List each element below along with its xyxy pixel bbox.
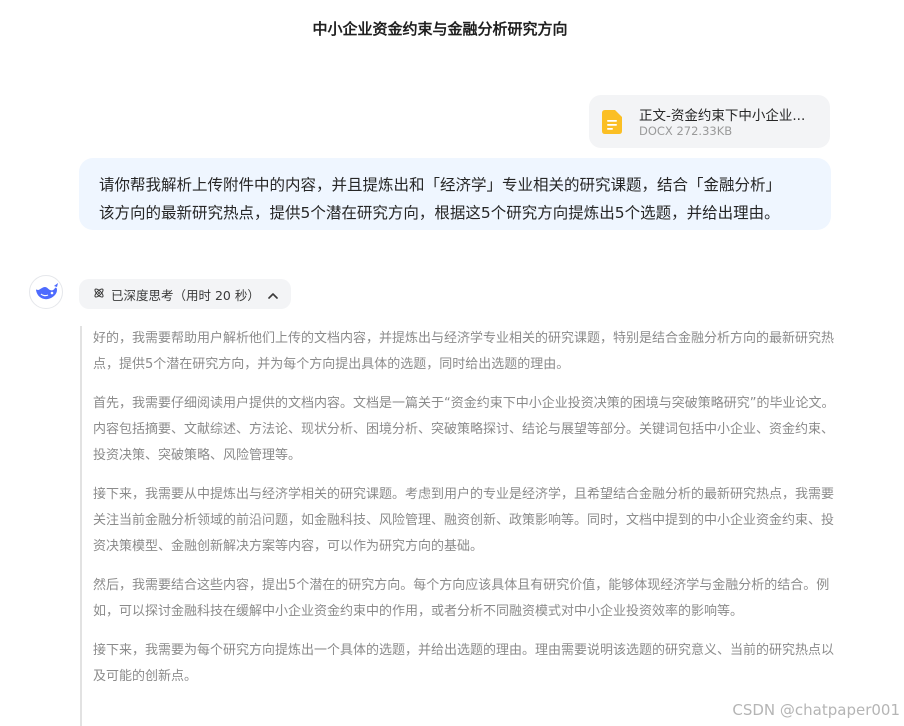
attachment-card[interactable]: 正文-资金约束下中小企业... DOCX 272.33KB xyxy=(589,95,830,148)
user-message-line: 该方向的最新研究热点，提供5个潜在研究方向，根据这5个研究方向提炼出5个选题，并… xyxy=(99,204,780,222)
whale-logo-icon xyxy=(36,283,58,300)
attachment-name: 正文-资金约束下中小企业... xyxy=(639,108,806,124)
chevron-up-icon xyxy=(268,287,278,302)
thinking-label: 已深度思考（用时 20 秒） xyxy=(111,287,260,303)
user-message-line: 请你帮我解析上传附件中的内容，并且提炼出和「经济学」专业相关的研究课题，结合「金… xyxy=(99,176,782,194)
assistant-avatar xyxy=(29,275,63,309)
thinking-paragraph: 接下来，我需要为每个研究方向提炼出一个具体的选题，并给出选题的理由。理由需要说明… xyxy=(93,643,835,684)
thinking-paragraph: 首先，我需要仔细阅读用户提供的文档内容。文档是一篇关于“资金约束下中小企业投资决… xyxy=(93,396,835,463)
user-message: 请你帮我解析上传附件中的内容，并且提炼出和「经济学」专业相关的研究课题，结合「金… xyxy=(79,158,831,230)
document-icon xyxy=(602,110,622,134)
thinking-toggle-button[interactable]: 已深度思考（用时 20 秒） xyxy=(79,279,291,309)
thinking-paragraph: 好的，我需要帮助用户解析他们上传的文档内容，并提炼出与经济学专业相关的研究课题，… xyxy=(93,331,835,372)
thinking-paragraph: 接下来，我需要从中提炼出与经济学相关的研究课题。考虑到用户的专业是经济学，且希望… xyxy=(93,487,835,554)
conversation-title: 中小企业资金约束与金融分析研究方向 xyxy=(312,20,568,38)
attachment-meta: DOCX 272.33KB xyxy=(639,124,733,138)
watermark: CSDN @chatpaper001 xyxy=(732,701,900,719)
chat-page: 中小企业资金约束与金融分析研究方向 正文-资金约束下中小企业... DOCX 2… xyxy=(0,0,904,726)
thinking-content: 好的，我需要帮助用户解析他们上传的文档内容，并提炼出与经济学专业相关的研究课题，… xyxy=(80,326,840,726)
thinking-paragraph: 然后，我需要结合这些内容，提出5个潜在的研究方向。每个方向应该具体且有研究价值，… xyxy=(93,578,830,619)
deep-think-icon xyxy=(93,287,105,302)
